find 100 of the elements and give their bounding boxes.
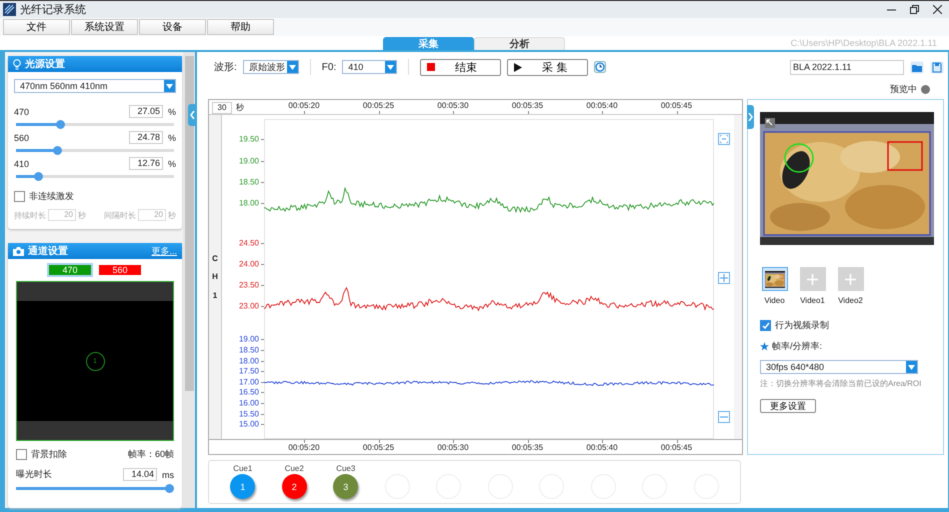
time-tick-label: 00:05:30 — [437, 443, 469, 452]
collapse-handle[interactable] — [188, 104, 197, 126]
folder-icon[interactable] — [910, 60, 924, 74]
menu-button[interactable]: 设备 — [139, 19, 206, 35]
time-tick-label: 00:05:35 — [512, 443, 544, 452]
channel-chip[interactable]: 560 — [99, 265, 141, 275]
slider-track[interactable] — [16, 175, 174, 178]
unit-label: ms — [162, 470, 174, 480]
video-label: Video2 — [838, 296, 863, 305]
tab[interactable]: 分析 — [474, 37, 565, 50]
expand-icon[interactable] — [765, 118, 775, 128]
slider-track[interactable] — [16, 149, 174, 152]
y-tick-label: 18.00 — [238, 356, 259, 366]
f0-select[interactable]: 410 — [342, 60, 398, 74]
status-dot — [921, 84, 930, 94]
slider-track[interactable] — [16, 487, 174, 490]
time-tick-label: 00:05:20 — [288, 101, 320, 110]
save-icon[interactable] — [930, 60, 944, 74]
close-icon[interactable] — [933, 5, 942, 14]
y-tick-label: 15.50 — [238, 409, 259, 418]
checkbox[interactable] — [16, 449, 27, 460]
y-tick-label: 15.00 — [238, 420, 259, 429]
slider-label: 470 — [14, 106, 30, 116]
plus-icon — [845, 274, 856, 284]
file-path: C:\Users\HP\Desktop\BLA 2022.1.11 — [790, 38, 937, 48]
fit-icon[interactable] — [718, 133, 730, 146]
waveform-select[interactable]: 原始波形 — [242, 60, 299, 74]
play-icon — [514, 62, 522, 72]
caret-icon — [164, 80, 175, 92]
checkbox-label: 背景扣除 — [31, 448, 67, 461]
y-tick-label: 24.00 — [238, 260, 259, 269]
cue-label: Cue2 — [284, 464, 304, 473]
restore-icon[interactable] — [910, 5, 919, 14]
y-tick-label: 24.50 — [238, 238, 259, 248]
checkbox-label: 行为视频录制 — [775, 319, 829, 332]
plus-icon — [807, 274, 818, 284]
menu-button[interactable]: 帮助 — [207, 19, 274, 35]
channel-chip[interactable]: 470 — [49, 265, 91, 275]
acquire-button[interactable]: 采 集 — [507, 58, 588, 76]
bulb-icon — [13, 58, 21, 70]
slider-thumb[interactable] — [53, 146, 62, 155]
slider-label: 410 — [14, 158, 30, 168]
y-tick-label: 19.00 — [238, 334, 259, 344]
menu-button[interactable]: 文件 — [3, 19, 70, 35]
time-tick-label: 00:05:25 — [362, 443, 394, 452]
menu-button[interactable]: 系统设置 — [71, 19, 138, 35]
cue-label: Cue1 — [233, 464, 252, 473]
wavelength-select[interactable]: 470nm 560nm 410nm — [14, 79, 176, 93]
collapse-handle[interactable] — [747, 105, 754, 129]
camera-icon — [13, 246, 24, 256]
zoom-out-icon[interactable] — [718, 411, 730, 424]
unit-label: % — [168, 132, 176, 142]
slider-thumb[interactable] — [56, 120, 66, 129]
time-tick-label: 00:05:35 — [512, 101, 544, 110]
field-label: 帧率/分辨率: — [772, 340, 822, 353]
time-tick-label: 00:05:30 — [437, 101, 469, 110]
scrollbar[interactable] — [734, 115, 742, 440]
time-tick-label: 00:05:25 — [362, 101, 394, 110]
slider-track[interactable] — [16, 123, 174, 126]
checkbox[interactable] — [760, 320, 771, 331]
channel-label: CH1 — [211, 252, 219, 302]
star-icon — [760, 342, 769, 351]
value-field[interactable]: 12.76 — [128, 157, 163, 170]
stop-button[interactable]: 结束 — [420, 58, 502, 76]
app-logo-icon — [3, 3, 16, 16]
time-tick-label: 00:05:20 — [288, 443, 320, 452]
y-tick-label: 18.50 — [238, 346, 259, 355]
scrollbar[interactable] — [183, 52, 195, 508]
y-tick-label: 18.00 — [238, 198, 259, 208]
panel-title: 通道设置 — [28, 244, 68, 258]
preview-status: 预览中 — [890, 82, 917, 96]
clock-icon[interactable] — [594, 61, 606, 73]
video-label: Video — [764, 296, 785, 305]
window-field[interactable]: 30 — [212, 102, 232, 114]
y-tick-label: 17.50 — [238, 366, 259, 376]
video-source[interactable] — [762, 267, 788, 291]
time-tick-label: 00:05:40 — [586, 101, 618, 110]
unit-label: 秒 — [168, 210, 176, 220]
file-name-field[interactable]: BLA 2022.1.11 — [790, 60, 904, 74]
more-settings-button[interactable]: 更多设置 — [760, 399, 816, 413]
y-tick-label: 17.00 — [238, 377, 259, 386]
value-field[interactable]: 27.05 — [128, 105, 163, 118]
field-label: 曝光时长 — [16, 468, 52, 481]
caret-icon — [286, 61, 298, 73]
fps-select[interactable]: 30fps 640*480 — [760, 360, 918, 374]
value-field[interactable]: 14.04 — [123, 468, 157, 481]
y-tick-label: 23.00 — [238, 302, 259, 311]
slider-thumb[interactable] — [34, 172, 44, 181]
unit-label: % — [168, 106, 176, 116]
slider-thumb[interactable] — [165, 484, 174, 493]
y-tick-label: 19.50 — [238, 134, 259, 144]
y-tick-label: 16.00 — [238, 398, 259, 408]
cue-button[interactable]: 2 — [282, 474, 307, 499]
cue-button[interactable]: 3 — [333, 474, 358, 499]
f0-label: F0: — [322, 62, 336, 72]
value-field[interactable]: 24.78 — [128, 131, 163, 144]
waveform-label: 波形: — [214, 60, 237, 74]
checkbox[interactable] — [14, 191, 25, 202]
zoom-in-icon[interactable] — [718, 272, 730, 284]
window-title: 光纤记录系统 — [20, 2, 87, 17]
